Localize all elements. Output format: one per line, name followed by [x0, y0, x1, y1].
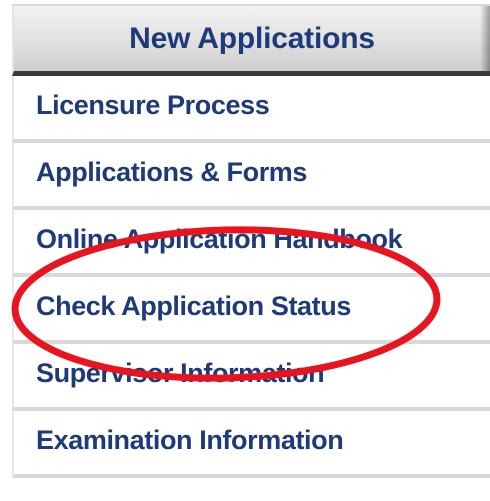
link-applications-forms[interactable]: Applications & Forms [36, 157, 307, 188]
menu-item-applications-forms: Applications & Forms [12, 143, 490, 210]
link-examination-information[interactable]: Examination Information [36, 425, 344, 456]
menu-header-title: New Applications [129, 22, 375, 55]
menu-item-licensure-process: Licensure Process [12, 76, 490, 143]
side-menu: New Applications Licensure Process Appli… [12, 4, 490, 501]
link-supervisor-information[interactable]: Supervisor Information [36, 358, 325, 389]
menu-list: Licensure Process Applications & Forms O… [12, 76, 490, 478]
link-licensure-process[interactable]: Licensure Process [36, 90, 270, 121]
menu-item-online-application-handbook: Online Application Handbook [12, 210, 490, 277]
menu-header: New Applications [12, 4, 490, 76]
link-online-application-handbook[interactable]: Online Application Handbook [36, 224, 403, 255]
menu-item-supervisor-information: Supervisor Information [12, 344, 490, 411]
header-shadow [480, 6, 490, 71]
link-check-application-status[interactable]: Check Application Status [36, 291, 351, 322]
menu-item-examination-information: Examination Information [12, 411, 490, 478]
menu-item-check-application-status: Check Application Status [12, 277, 490, 344]
